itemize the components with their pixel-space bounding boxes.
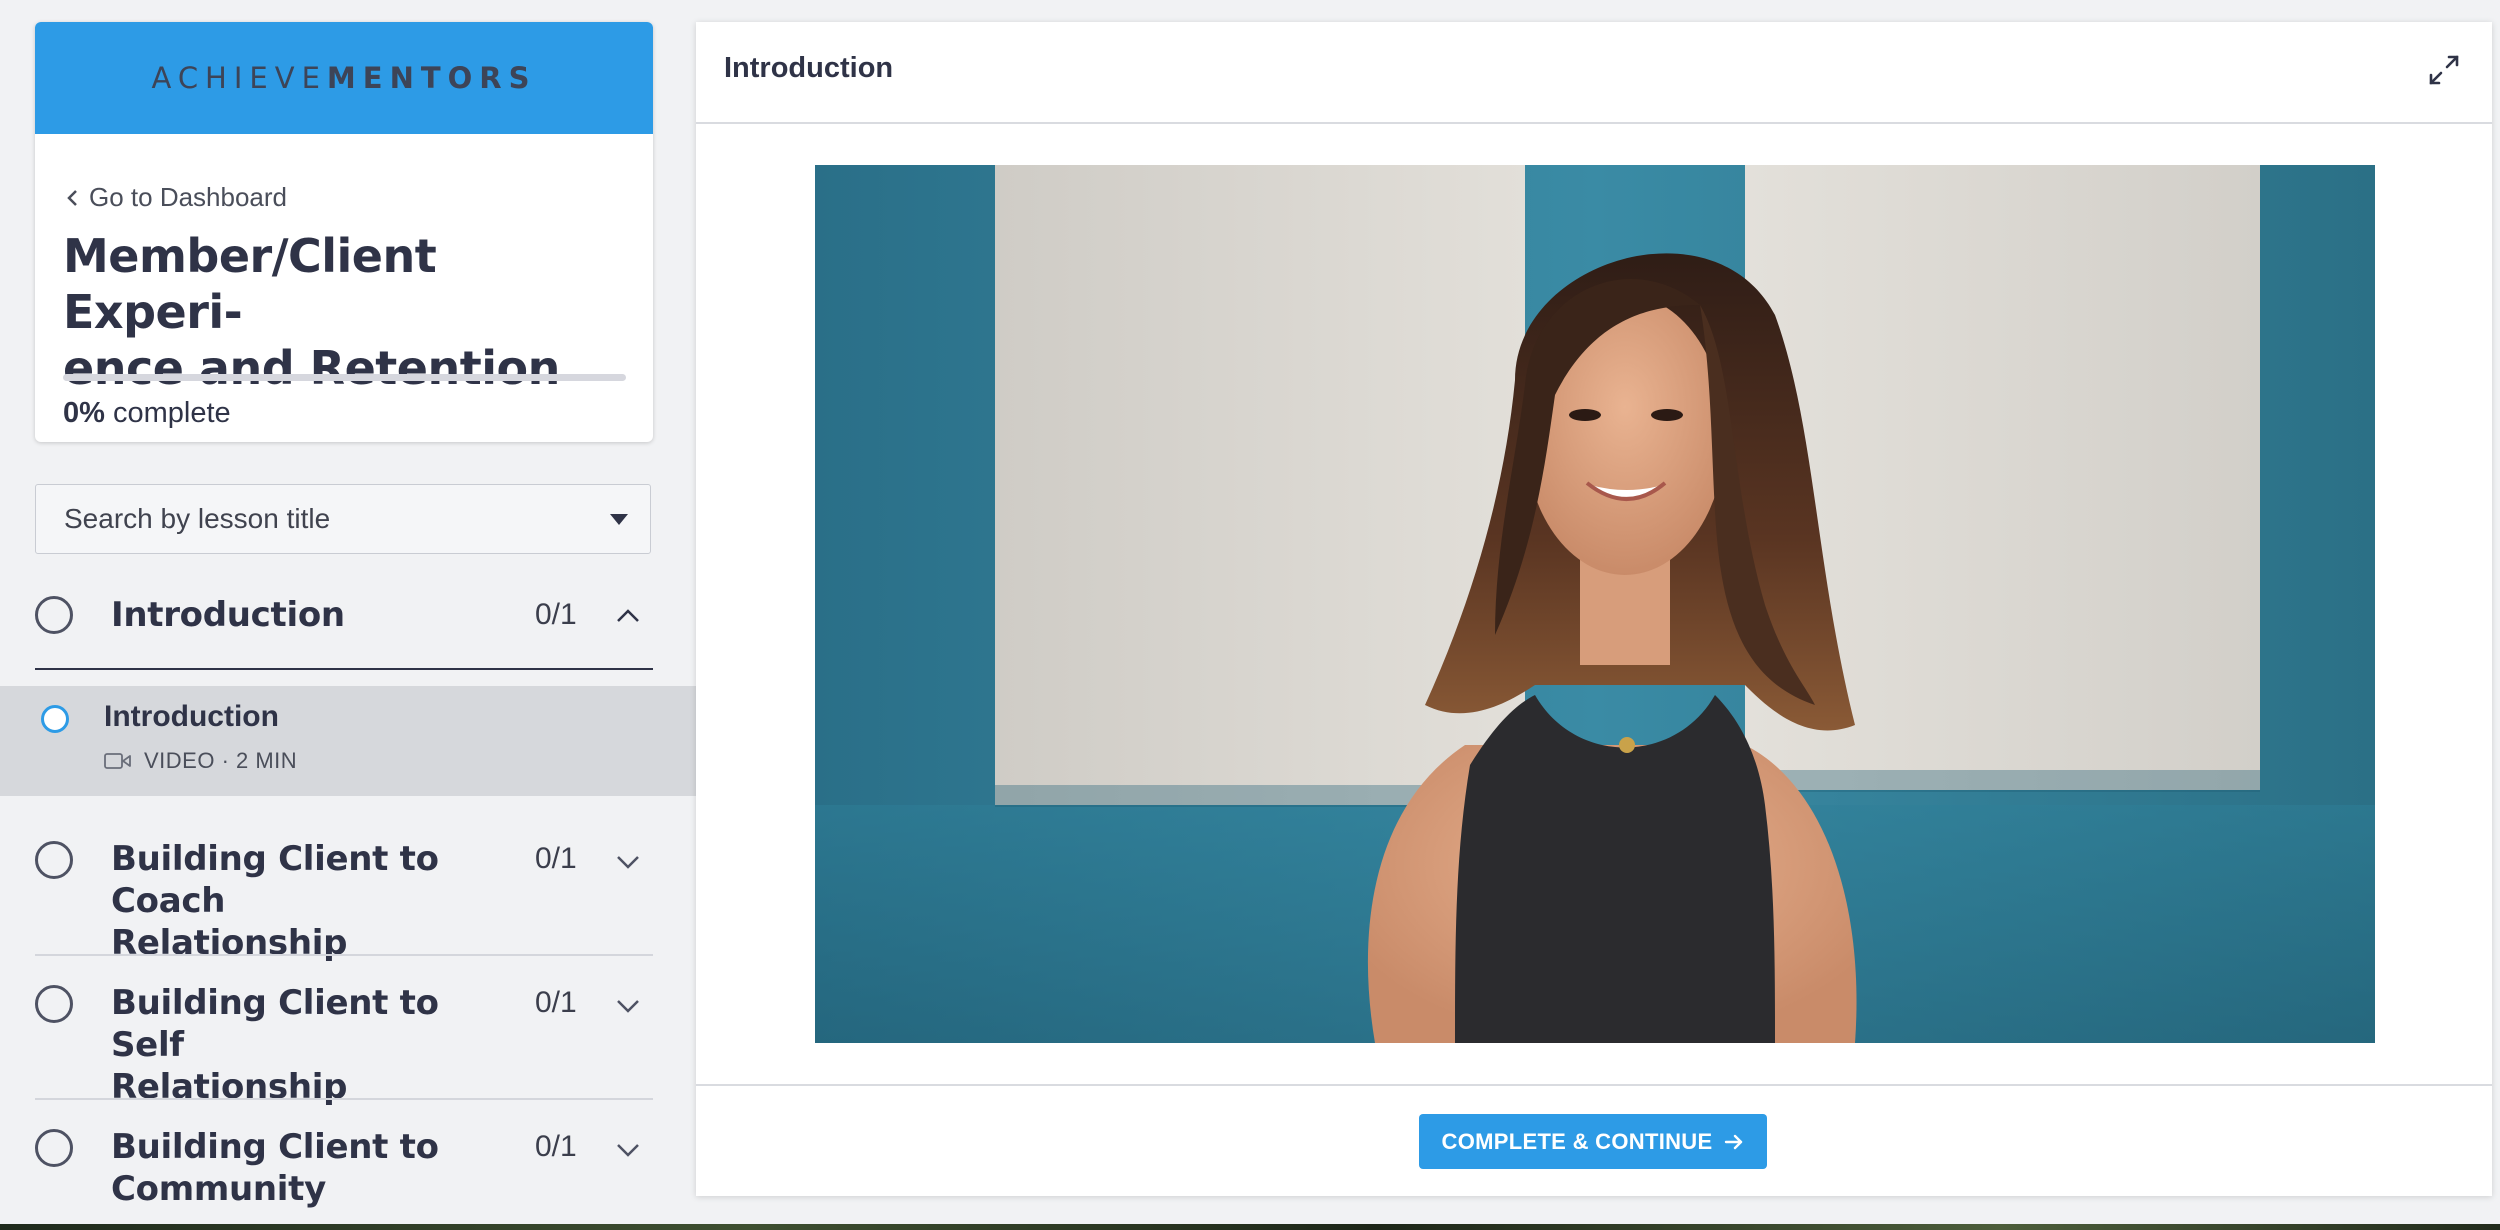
lesson-meta: VIDEO · 2 MIN [104, 748, 297, 774]
chapter-title: Building Client to Community [111, 1126, 521, 1210]
chapter-divider [35, 954, 653, 956]
chapter-title-line2: Relationship [111, 923, 348, 963]
course-title: Member/Client Experi- ence and Retention [63, 228, 623, 396]
progress-suffix: complete [112, 397, 231, 429]
go-to-dashboard-link[interactable]: Go to Dashboard [65, 182, 287, 213]
lesson-video-player[interactable] [815, 165, 2375, 1043]
chapter-title-line1: Building Client to Coach [111, 839, 439, 921]
chapter-building-client-to-coach[interactable]: Building Client to Coach Relationship 0/… [35, 838, 653, 963]
chevron-left-icon [67, 189, 77, 206]
chevron-down-icon[interactable] [615, 854, 641, 870]
lesson-main-panel: Introduction COMPLETE & CONTINUE [696, 22, 2492, 1196]
chevron-down-icon[interactable] [615, 998, 641, 1014]
lesson-title: Introduction [104, 700, 279, 733]
chapter-lesson-count: 0/1 [535, 842, 577, 875]
chevron-up-icon[interactable] [615, 608, 641, 624]
brand-logo[interactable]: ACHIEVEMENTORS [151, 61, 536, 95]
chevron-down-icon[interactable] [615, 1142, 641, 1158]
chapter-status-circle-icon [35, 985, 73, 1023]
lesson-search-select[interactable]: Search by lesson title [35, 484, 651, 554]
course-card: ACHIEVEMENTORS Go to Dashboard Member/Cl… [35, 22, 653, 442]
chapter-lesson-count: 0/1 [535, 986, 577, 1019]
go-to-dashboard-label: Go to Dashboard [89, 182, 288, 212]
video-frame-image [815, 165, 2375, 1043]
progress-value: 0% [63, 397, 105, 429]
background-strip [0, 1224, 2500, 1230]
chapter-title-line2: Relationship [111, 1067, 348, 1107]
chapter-title: Building Client to Coach Relationship [111, 838, 521, 964]
chapter-building-client-to-community[interactable]: Building Client to Community 0/1 [35, 1126, 653, 1224]
chapter-title-line2: Community [111, 1169, 326, 1209]
video-camera-icon [104, 753, 131, 769]
course-progress-bar [63, 374, 626, 381]
expand-arrows-icon[interactable] [2426, 52, 2462, 88]
lesson-search-placeholder: Search by lesson title [64, 503, 331, 534]
lesson-header: Introduction [696, 22, 2492, 124]
dropdown-caret-icon [610, 514, 628, 525]
course-sidebar: ACHIEVEMENTORS Go to Dashboard Member/Cl… [0, 0, 696, 1224]
chapter-status-circle-icon [35, 1129, 73, 1167]
chapter-divider [35, 1098, 653, 1100]
chapter-lesson-count: 0/1 [535, 1130, 577, 1163]
lesson-footer-divider [696, 1084, 2492, 1086]
lesson-heading: Introduction [724, 52, 894, 84]
chapter-title-line1: Building Client to Self [111, 983, 439, 1065]
complete-and-continue-button[interactable]: COMPLETE & CONTINUE [1419, 1114, 1767, 1169]
chapter-introduction[interactable]: Introduction 0/1 [35, 592, 653, 672]
lesson-row-active[interactable]: Introduction VIDEO · 2 MIN [0, 686, 696, 796]
course-progress-text: 0% complete [63, 397, 231, 430]
arrow-right-icon [1725, 1134, 1743, 1149]
chapter-lesson-count: 0/1 [535, 598, 577, 631]
chapter-status-circle-icon [35, 596, 73, 634]
chapter-title-line1: Building Client to [111, 1127, 439, 1167]
chapter-status-circle-icon [35, 841, 73, 879]
brand-header: ACHIEVEMENTORS [35, 22, 653, 134]
complete-and-continue-label: COMPLETE & CONTINUE [1441, 1128, 1713, 1154]
lesson-meta-text: VIDEO · 2 MIN [144, 748, 298, 773]
chapter-title: Building Client to Self Relationship [111, 982, 521, 1108]
course-title-line1: Member/Client Experi- [63, 229, 437, 339]
brand-logo-part2: MENTORS [326, 61, 537, 95]
chapter-building-client-to-self[interactable]: Building Client to Self Relationship 0/1 [35, 982, 653, 1107]
lesson-status-circle-icon [41, 705, 69, 733]
chapter-title: Introduction [111, 594, 521, 636]
course-title-line2: ence and Retention [63, 341, 560, 395]
brand-logo-part1: ACHIEVE [151, 61, 327, 95]
chapter-divider [35, 668, 653, 670]
chapter-title-line1: Introduction [111, 595, 345, 635]
